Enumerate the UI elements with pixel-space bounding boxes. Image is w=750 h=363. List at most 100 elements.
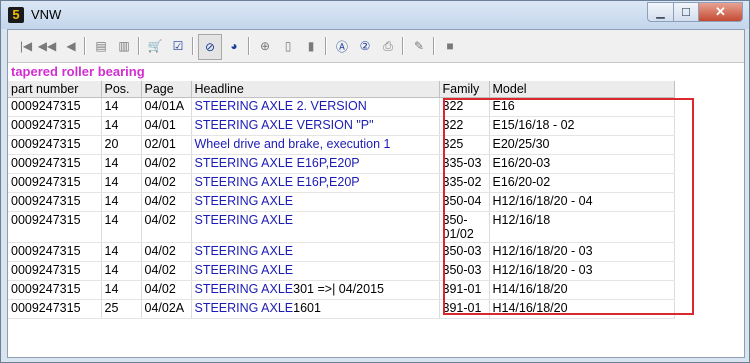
col-page[interactable]: Page	[141, 81, 192, 98]
prev-icon[interactable]: ◀	[62, 37, 80, 55]
part-number-cell: 0009247315	[8, 135, 102, 155]
col-model[interactable]: Model	[489, 81, 675, 98]
page-cell: 04/02	[141, 192, 192, 212]
info-icon[interactable]: ②	[356, 37, 374, 55]
globe-icon[interactable]: ◕	[225, 37, 243, 55]
toolbar: |◀ ◀◀ ◀ ▤ ▥ 🛒 ☑ ⊘ ◕ ⊕ ▯ ▮ Ⓐ ② ⎙ ✎ ■	[8, 30, 744, 63]
print-icon[interactable]: ⎙	[379, 37, 397, 55]
table-row[interactable]: 0009247315 20 02/01 Wheel drive and brake, …	[8, 135, 675, 155]
model-cell: E15/16/18 - 02	[489, 116, 675, 136]
part-number-cell: 0009247315	[8, 299, 102, 319]
pos-cell: 14	[101, 242, 142, 262]
model-cell: H14/16/18/20	[489, 299, 675, 319]
part-number-cell: 0009247315	[8, 242, 102, 262]
client-area: |◀ ◀◀ ◀ ▤ ▥ 🛒 ☑ ⊘ ◕ ⊕ ▯ ▮ Ⓐ ② ⎙ ✎ ■ tape…	[7, 29, 745, 358]
model-cell: H12/16/18/20 - 03	[489, 261, 675, 281]
pos-cell: 14	[101, 116, 142, 136]
checklist-icon[interactable]: ☑	[169, 37, 187, 55]
model-cell: E16	[489, 97, 675, 117]
no-entry-icon[interactable]: ⊘	[198, 34, 222, 60]
family-cell: 322	[439, 97, 490, 117]
table-row[interactable]: 0009247315 14 04/02 STEERING AXLE301 =>| 04…	[8, 280, 675, 300]
model-cell: H12/16/18	[489, 211, 675, 243]
close-button[interactable]: ✕	[699, 2, 743, 22]
title-bar[interactable]: 5 VNW ▁ ☐ ✕	[1, 1, 749, 29]
headline-cell: STEERING AXLE	[191, 211, 440, 243]
table-row[interactable]: 0009247315 25 04/02A STEERING AXLE1601 391-0…	[8, 299, 675, 319]
family-cell: 335-02	[439, 173, 490, 193]
family-cell: 325	[439, 135, 490, 155]
prev-page-icon[interactable]: ◀◀	[38, 37, 56, 55]
model-cell: E16/20-03	[489, 154, 675, 174]
pos-cell: 25	[101, 299, 142, 319]
table-row[interactable]: 0009247315 14 04/02 STEERING AXLE 350- 01/02 H…	[8, 211, 675, 243]
model-cell: H14/16/18/20	[489, 280, 675, 300]
headline-cell: Wheel drive and brake, execution 1	[191, 135, 440, 155]
app-logo-icon[interactable]: 5	[8, 7, 24, 23]
page-cell: 04/02	[141, 261, 192, 281]
table-row[interactable]: 0009247315 14 04/02 STEERING AXLE E16P,E20P…	[8, 154, 675, 174]
page-icon[interactable]: ▯	[279, 37, 297, 55]
page-cell: 04/01	[141, 116, 192, 136]
headline-cell: STEERING AXLE VERSION "P"	[191, 116, 440, 136]
pos-cell: 14	[101, 211, 142, 243]
window-controls: ▁ ☐ ✕	[647, 2, 743, 22]
page-cell: 04/02	[141, 211, 192, 243]
pos-cell: 14	[101, 97, 142, 117]
page-cell: 04/02	[141, 173, 192, 193]
headline-cell: STEERING AXLE 2. VERSION	[191, 97, 440, 117]
at-icon[interactable]: Ⓐ	[333, 37, 351, 55]
section-title: tapered roller bearing	[11, 64, 145, 79]
zoom-icon[interactable]: ⊕	[256, 37, 274, 55]
table-row[interactable]: 0009247315 14 04/01 STEERING AXLE VERSION "…	[8, 116, 675, 136]
table-row[interactable]: 0009247315 14 04/02 STEERING AXLE E16P,E20P…	[8, 173, 675, 193]
page-cell: 04/02	[141, 280, 192, 300]
family-cell: 322	[439, 116, 490, 136]
col-part-number[interactable]: part number	[8, 81, 102, 98]
doc-forward-icon[interactable]: ▥	[115, 37, 133, 55]
headline-cell: STEERING AXLE	[191, 192, 440, 212]
part-number-cell: 0009247315	[8, 192, 102, 212]
first-icon[interactable]: |◀	[17, 37, 35, 55]
family-cell: 350-04	[439, 192, 490, 212]
doc-back-icon[interactable]: ▤	[92, 37, 110, 55]
part-number-cell: 0009247315	[8, 116, 102, 136]
part-number-cell: 0009247315	[8, 280, 102, 300]
stop-icon[interactable]: ■	[441, 37, 459, 55]
cart-icon[interactable]: 🛒	[146, 37, 164, 55]
part-number-cell: 0009247315	[8, 261, 102, 281]
close-icon: ✕	[715, 4, 726, 19]
edit-icon[interactable]: ✎	[410, 37, 428, 55]
headline-extra: 1601	[293, 301, 321, 315]
table-row[interactable]: 0009247315 14 04/02 STEERING AXLE 350-04 H12/…	[8, 192, 675, 212]
col-family[interactable]: Family	[439, 81, 490, 98]
window-title: VNW	[31, 7, 62, 22]
table-row[interactable]: 0009247315 14 04/02 STEERING AXLE 350-03 H12/…	[8, 242, 675, 262]
part-number-cell: 0009247315	[8, 173, 102, 193]
headline-cell: STEERING AXLE E16P,E20P	[191, 173, 440, 193]
pos-cell: 14	[101, 192, 142, 212]
headline-cell: STEERING AXLE E16P,E20P	[191, 154, 440, 174]
headline-cell: STEERING AXLE	[191, 261, 440, 281]
family-cell: 391-01	[439, 280, 490, 300]
pos-cell: 14	[101, 280, 142, 300]
headline-cell: STEERING AXLE	[191, 242, 440, 262]
col-pos[interactable]: Pos.	[101, 81, 142, 98]
table-row[interactable]: 0009247315 14 04/01A STEERING AXLE 2. VERSI…	[8, 97, 675, 117]
maximize-button[interactable]: ☐	[674, 2, 699, 22]
page-next-icon[interactable]: ▮	[302, 37, 320, 55]
pos-cell: 14	[101, 261, 142, 281]
family-cell: 350- 01/02	[439, 211, 490, 243]
col-headline[interactable]: Headline	[191, 81, 440, 98]
part-number-cell: 0009247315	[8, 154, 102, 174]
table-header: part number Pos. Page Headline Family Mo…	[8, 81, 675, 98]
model-cell: E20/25/30	[489, 135, 675, 155]
page-cell: 04/02	[141, 154, 192, 174]
family-cell: 391-01	[439, 299, 490, 319]
minimize-button[interactable]: ▁	[647, 2, 674, 22]
model-cell: E16/20-02	[489, 173, 675, 193]
page-cell: 02/01	[141, 135, 192, 155]
family-cell: 350-03	[439, 261, 490, 281]
table-row[interactable]: 0009247315 14 04/02 STEERING AXLE 350-03 H12/…	[8, 261, 675, 281]
pos-cell: 14	[101, 173, 142, 193]
